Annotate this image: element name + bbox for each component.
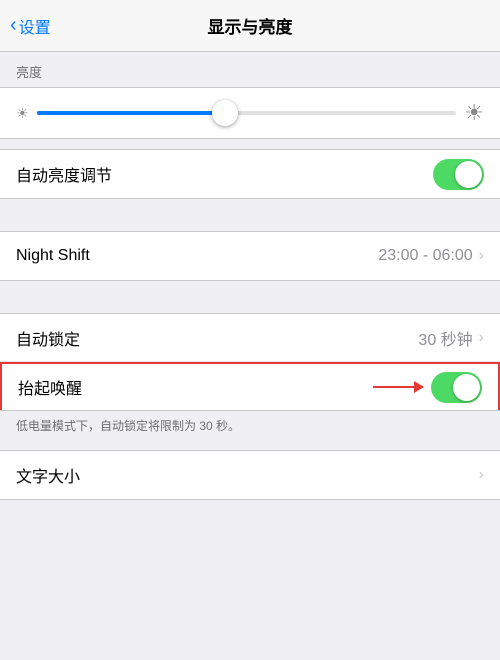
arrow-annotation (373, 386, 423, 388)
raise-to-wake-label: 抬起唤醒 (18, 375, 373, 399)
raise-to-wake-toggle-knob (453, 374, 480, 401)
slider-thumb[interactable] (212, 100, 238, 126)
text-size-group: 文字大小 › (0, 450, 500, 500)
text-size-chevron-icon: › (479, 466, 484, 484)
raise-to-wake-toggle[interactable] (431, 372, 482, 403)
auto-lock-raise-group: 自动锁定 30 秒钟 › 抬起唤醒 (0, 313, 500, 411)
auto-brightness-row[interactable]: 自动亮度调节 (0, 150, 500, 198)
auto-brightness-label: 自动亮度调节 (16, 162, 433, 186)
raise-to-wake-row[interactable]: 抬起唤醒 (0, 362, 500, 410)
auto-lock-value: 30 秒钟 (418, 326, 472, 350)
back-label: 设置 (19, 14, 51, 38)
auto-brightness-toggle[interactable] (433, 159, 484, 190)
night-shift-chevron-icon: › (479, 247, 484, 265)
sun-large-icon: ☀ (464, 100, 484, 126)
navigation-bar: ‹ 设置 显示与亮度 (0, 0, 500, 52)
auto-lock-chevron-icon: › (479, 329, 484, 347)
sun-small-icon: ☀ (16, 105, 29, 122)
night-shift-label: Night Shift (16, 247, 378, 265)
text-size-label: 文字大小 (16, 463, 479, 487)
arrow-line (373, 386, 423, 388)
brightness-slider[interactable] (37, 111, 457, 115)
brightness-section-label: 亮度 (0, 62, 500, 87)
brightness-row: ☀ ☀ (0, 87, 500, 139)
page-title: 显示与亮度 (208, 13, 293, 38)
auto-lock-label: 自动锁定 (16, 326, 418, 350)
night-shift-group: Night Shift 23:00 - 06:00 › (0, 231, 500, 281)
raise-to-wake-sub-note: 低电量模式下，自动锁定将限制为 30 秒。 (0, 411, 500, 440)
night-shift-value: 23:00 - 06:00 (378, 247, 472, 265)
night-shift-row[interactable]: Night Shift 23:00 - 06:00 › (0, 232, 500, 280)
toggle-knob (455, 161, 482, 188)
slider-fill (37, 111, 226, 115)
auto-lock-row[interactable]: 自动锁定 30 秒钟 › (0, 314, 500, 362)
back-chevron-icon: ‹ (10, 14, 17, 37)
back-button[interactable]: ‹ 设置 (10, 14, 51, 38)
auto-brightness-group: 自动亮度调节 (0, 149, 500, 199)
text-size-row[interactable]: 文字大小 › (0, 451, 500, 499)
